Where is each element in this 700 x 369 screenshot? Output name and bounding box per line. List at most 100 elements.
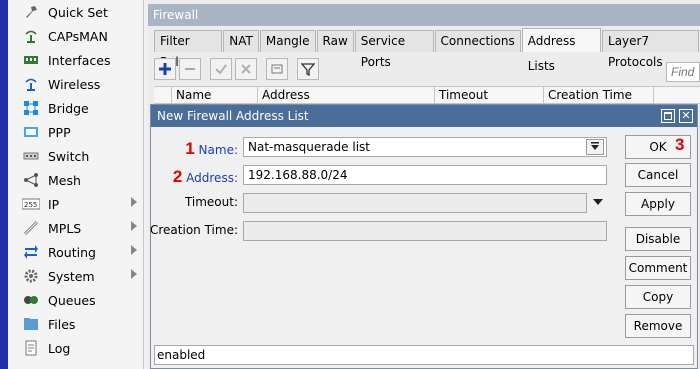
ppp-icon [22, 124, 40, 140]
minus-icon [185, 68, 195, 70]
filter-button[interactable] [297, 58, 319, 80]
queues-icon [22, 292, 40, 308]
sidebar-item-files[interactable]: Files [8, 312, 143, 336]
sidebar-item-label: Log [48, 340, 71, 356]
bridge-icon [22, 100, 40, 116]
sidebar-item-label: Quick Set [48, 4, 108, 20]
sidebar-menu: Quick Set CAPsMAN Interfaces Wireless Br… [8, 0, 144, 369]
ip-icon: 255 [22, 196, 40, 212]
dialog-title: New Firewall Address List [157, 109, 309, 123]
sidebar-item-mpls[interactable]: MPLS [8, 216, 143, 240]
address-value: 192.168.88.0/24 [248, 168, 348, 182]
sidebar-item-routing[interactable]: Routing [8, 240, 143, 264]
tab-layer7-protocols[interactable]: Layer7 Protocols [602, 30, 699, 69]
capsman-icon [22, 28, 40, 44]
cancel-button[interactable]: Cancel [625, 163, 691, 187]
find-input[interactable] [666, 62, 700, 82]
files-icon [22, 316, 40, 332]
remove-button[interactable] [179, 58, 201, 80]
sidebar-item-quick-set[interactable]: Quick Set [8, 0, 143, 24]
address-label-row: 2 Address: [151, 165, 238, 186]
funnel-icon [301, 63, 315, 76]
sidebar-item-bridge[interactable]: Bridge [8, 96, 143, 120]
sidebar-item-mesh[interactable]: Mesh [8, 168, 143, 192]
add-button[interactable] [154, 58, 176, 80]
maximize-icon [664, 112, 672, 120]
col-name[interactable]: Name [172, 87, 258, 103]
sidebar-item-ppp[interactable]: PPP [8, 120, 143, 144]
dialog-titlebar: New Firewall Address List ✕ [151, 105, 697, 127]
sidebar-item-label: System [48, 268, 95, 284]
routing-icon [22, 244, 40, 260]
tab-raw[interactable]: Raw [316, 30, 354, 52]
name-label-row: 1 Name: [151, 137, 238, 158]
disable-button[interactable]: Disable [625, 227, 691, 251]
sidebar-item-label: Files [48, 316, 76, 332]
step-marker-1: 1 [185, 139, 195, 158]
sidebar-item-label: Routing [48, 244, 96, 260]
step-marker-2: 2 [172, 167, 183, 186]
switch-icon [22, 148, 40, 164]
mesh-icon [22, 172, 40, 188]
sidebar-item-label: IP [48, 196, 60, 212]
sidebar-item-label: Queues [48, 292, 96, 308]
sidebar-item-label: Bridge [48, 100, 89, 116]
timeout-field[interactable] [243, 193, 587, 213]
list-header: Name Address Timeout Creation Time [154, 86, 700, 104]
col-spacer [154, 87, 172, 103]
dropdown-arrow-icon [591, 142, 599, 150]
name-dropdown-button[interactable] [586, 139, 604, 155]
firewall-tabs: Filter Rules NAT Mangle Raw Service Port… [154, 28, 700, 73]
close-button[interactable]: ✕ [679, 109, 693, 123]
comment-button[interactable]: Comment [625, 256, 691, 280]
plus-icon [159, 63, 171, 75]
tab-mangle[interactable]: Mangle [259, 30, 316, 52]
timeout-dropdown-icon[interactable] [593, 199, 603, 205]
sidebar-item-label: PPP [48, 124, 71, 140]
mpls-icon [22, 220, 40, 236]
col-timeout[interactable]: Timeout [435, 87, 544, 103]
address-field[interactable]: 192.168.88.0/24 [243, 165, 607, 185]
sidebar-item-wireless[interactable]: Wireless [8, 72, 143, 96]
sidebar-item-system[interactable]: System [8, 264, 143, 288]
disable-button[interactable] [235, 58, 257, 80]
tab-service-ports[interactable]: Service Ports [354, 30, 434, 69]
creation-time-field [243, 221, 607, 241]
list-toolbar [154, 56, 322, 82]
svg-text:255: 255 [24, 201, 37, 209]
comment-icon [271, 64, 283, 74]
close-icon: ✕ [681, 109, 691, 122]
col-creation-time[interactable]: Creation Time [544, 87, 654, 103]
sidebar-item-log[interactable]: Log [8, 336, 143, 360]
tab-filter-rules[interactable]: Filter Rules [154, 30, 223, 69]
sidebar-item-queues[interactable]: Queues [8, 288, 143, 312]
wireless-icon [22, 76, 40, 92]
sidebar-item-capsman[interactable]: CAPsMAN [8, 24, 143, 48]
check-icon [215, 64, 227, 75]
log-icon [22, 340, 40, 356]
step-marker-3: 3 [675, 135, 685, 154]
apply-button[interactable]: Apply [625, 192, 691, 216]
tab-connections[interactable]: Connections [434, 30, 521, 52]
name-label-text: Name: [198, 143, 238, 157]
maximize-button[interactable] [661, 109, 675, 123]
tab-nat[interactable]: NAT [223, 30, 259, 52]
enable-button[interactable] [210, 58, 232, 80]
tab-address-lists[interactable]: Address Lists [521, 28, 602, 73]
remove-button[interactable]: Remove [625, 314, 691, 338]
creation-time-label-row: Creation Time: [150, 221, 238, 241]
comment-button[interactable] [266, 58, 288, 80]
name-field[interactable]: Nat-masquerade list [243, 137, 607, 157]
sidebar-item-label: Switch [48, 148, 90, 164]
sidebar-item-ip[interactable]: 255 IP [8, 192, 143, 216]
col-address[interactable]: Address [258, 87, 435, 103]
x-icon [241, 64, 251, 74]
sidebar-item-switch[interactable]: Switch [8, 144, 143, 168]
submenu-arrow-icon [131, 269, 137, 279]
creation-time-label: Creation Time: [150, 223, 238, 237]
sidebar-item-interfaces[interactable]: Interfaces [8, 48, 143, 72]
submenu-arrow-icon [131, 197, 137, 207]
timeout-label: Timeout: [184, 195, 238, 209]
quick-set-icon [22, 4, 40, 20]
copy-button[interactable]: Copy [625, 285, 691, 309]
